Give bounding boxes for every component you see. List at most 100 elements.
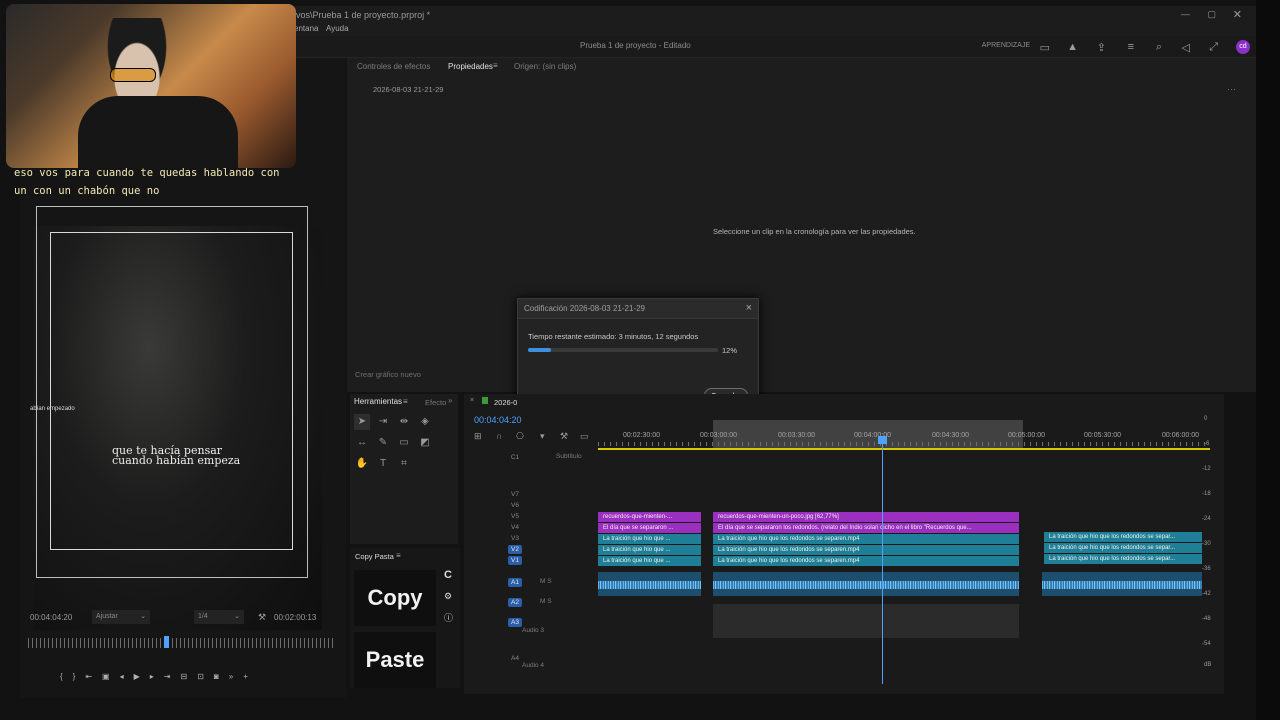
clip-v2-left[interactable]: La traición que hio que ... bbox=[598, 545, 701, 555]
more-icon[interactable]: » bbox=[229, 672, 243, 681]
add-marker-icon[interactable]: ▾ bbox=[540, 431, 545, 442]
clip-v4-left[interactable]: El día que se separaron ... bbox=[598, 523, 701, 533]
hand-icon[interactable]: ✋ bbox=[354, 456, 370, 472]
playhead-line[interactable] bbox=[882, 438, 883, 684]
track-label[interactable]: A1 bbox=[508, 578, 522, 587]
timeline-tab[interactable]: 2026-0 bbox=[494, 398, 517, 407]
time-ruler[interactable]: 00:02:30:00 00:03:00:00 00:03:30:00 00:0… bbox=[598, 428, 1210, 448]
tab-effect-controls[interactable]: Controles de efectos bbox=[357, 62, 430, 71]
close-icon[interactable]: × bbox=[746, 302, 752, 314]
avatar[interactable]: cd bbox=[1236, 40, 1250, 54]
clip-v3-left[interactable]: La traición que hio que ... bbox=[598, 534, 701, 544]
pen-icon[interactable]: ✎ bbox=[375, 435, 391, 451]
monitor-scrub-bar[interactable] bbox=[28, 638, 334, 648]
track-label[interactable]: A3 bbox=[508, 618, 522, 627]
clip-v2-right[interactable]: La traición que hio que los redondos se … bbox=[1044, 543, 1202, 553]
volume-icon[interactable]: ◁ bbox=[1182, 41, 1190, 54]
close-icon[interactable]: ✕ bbox=[1233, 8, 1242, 21]
playhead-handle[interactable] bbox=[878, 436, 887, 444]
selection-tool-icon[interactable]: ➤ bbox=[354, 414, 370, 430]
track-label[interactable]: A2 bbox=[508, 598, 522, 607]
clip-a1-main[interactable] bbox=[713, 572, 1019, 596]
share-icon[interactable]: ⇪ bbox=[1097, 41, 1106, 54]
workspace-label[interactable]: APRENDIZAJE bbox=[982, 42, 1030, 49]
more-tabs-icon[interactable]: » bbox=[448, 396, 452, 405]
ripple-edit-icon[interactable]: ⇹ bbox=[396, 414, 412, 430]
mark-out-icon[interactable]: } bbox=[73, 672, 86, 681]
clip-v5-left[interactable]: recuerdos-que-mienten-... bbox=[598, 512, 701, 522]
settings-wrench-icon[interactable]: ⚒ bbox=[560, 431, 568, 442]
track-extra[interactable]: M S bbox=[540, 598, 552, 605]
lift-icon[interactable]: ⊟ bbox=[181, 672, 198, 681]
paste-button[interactable]: Paste bbox=[354, 632, 436, 688]
track-label[interactable]: V4 bbox=[508, 523, 522, 532]
clip-v3-right[interactable]: La traición que hio que los redondos se … bbox=[1044, 532, 1202, 542]
monitor-playhead[interactable] bbox=[164, 636, 169, 648]
search-icon[interactable]: ⌕ bbox=[1156, 41, 1162, 54]
tab-menu-icon[interactable]: ≡ bbox=[493, 61, 498, 70]
clip-a1-right[interactable] bbox=[1042, 572, 1202, 596]
extract-icon[interactable]: ⊡ bbox=[197, 672, 214, 681]
clip-v4-main[interactable]: El día que se separaron los redondos. (r… bbox=[713, 523, 1019, 533]
clip-v2-main[interactable]: La traición que hio que los redondos se … bbox=[713, 545, 1019, 555]
rectangle-icon[interactable]: ▭ bbox=[396, 435, 412, 451]
track-select-icon[interactable]: ⇥ bbox=[375, 414, 391, 430]
gear-icon[interactable]: ⚙ bbox=[444, 591, 452, 602]
info-icon[interactable]: ⓘ bbox=[444, 611, 453, 624]
tab-properties[interactable]: Propiedades bbox=[448, 62, 493, 71]
minimize-icon[interactable]: — bbox=[1181, 9, 1190, 19]
marker-icon[interactable]: ⎔ bbox=[516, 431, 524, 442]
close-icon[interactable]: × bbox=[470, 397, 474, 404]
copy-button[interactable]: Copy bbox=[354, 570, 436, 626]
clip-v1-main[interactable]: La traición que hio que los redondos se … bbox=[713, 556, 1019, 566]
clip-a1-left[interactable] bbox=[598, 572, 701, 596]
type-icon[interactable]: T bbox=[375, 456, 391, 472]
go-to-out-icon[interactable]: ⇥ bbox=[164, 672, 181, 681]
copypasta-menu-icon[interactable]: ≡ bbox=[396, 551, 401, 560]
track-label[interactable]: V2 bbox=[508, 545, 522, 554]
more-options-icon[interactable]: ⋯ bbox=[1227, 84, 1236, 95]
snap-icon[interactable]: ⊞ bbox=[474, 431, 482, 442]
captions-icon[interactable]: ⌗ bbox=[396, 456, 412, 472]
warning-icon[interactable]: ▲ bbox=[1067, 41, 1078, 53]
menu-icon[interactable]: ≡ bbox=[1128, 41, 1134, 53]
razor-icon[interactable]: ◈ bbox=[417, 414, 433, 430]
track-label[interactable]: A4 bbox=[508, 654, 522, 663]
clip-v1-left[interactable]: La traición que hio que ... bbox=[598, 556, 701, 566]
menu-item-ventana[interactable]: entana bbox=[294, 24, 318, 33]
track-label[interactable]: V5 bbox=[508, 512, 522, 521]
track-label[interactable]: C1 bbox=[508, 453, 522, 462]
play-icon[interactable]: ▶ bbox=[134, 672, 150, 681]
camera-icon[interactable]: ◙ bbox=[214, 672, 229, 681]
step-forward-icon[interactable]: ▸ bbox=[150, 672, 164, 681]
tools-title[interactable]: Herramientas bbox=[354, 397, 402, 406]
captions-toggle-icon[interactable]: ▭ bbox=[580, 431, 589, 442]
track-extra[interactable]: M S bbox=[540, 578, 552, 585]
maximize-icon[interactable]: ▢ bbox=[1207, 9, 1216, 20]
c-button[interactable]: C bbox=[444, 569, 452, 581]
menu-item-ayuda[interactable]: Ayuda bbox=[326, 24, 349, 33]
clip-v5-main[interactable]: recuerdos-que-mienten-un-poco.jpg [62,77… bbox=[713, 512, 1019, 522]
remix-icon[interactable]: ◩ bbox=[417, 435, 433, 451]
tab-effects[interactable]: Efecto bbox=[425, 398, 446, 407]
zoom-select[interactable]: Ajustar ⌄ bbox=[92, 610, 150, 624]
track-label[interactable]: V7 bbox=[508, 490, 522, 499]
linked-icon[interactable]: ∩ bbox=[496, 431, 502, 441]
insert-icon[interactable]: ▣ bbox=[102, 672, 120, 681]
slip-icon[interactable]: ↔ bbox=[354, 435, 370, 451]
tools-menu-icon[interactable]: ≡ bbox=[403, 397, 408, 406]
clip-v3-main[interactable]: La traición que hio que los redondos se … bbox=[713, 534, 1019, 544]
track-label[interactable]: V6 bbox=[508, 501, 522, 510]
track-label[interactable]: V3 bbox=[508, 534, 522, 543]
step-back-icon[interactable]: ◂ bbox=[120, 672, 134, 681]
go-to-in-icon[interactable]: ⇤ bbox=[85, 672, 102, 681]
panel-icon[interactable]: ▭ bbox=[1040, 41, 1050, 54]
resolution-select[interactable]: 1/4 ⌄ bbox=[194, 610, 244, 624]
fullscreen-icon[interactable]: ⤢ bbox=[1209, 41, 1218, 54]
track-label[interactable]: V1 bbox=[508, 556, 522, 565]
mark-in-icon[interactable]: { bbox=[60, 672, 73, 681]
clip-v1-right[interactable]: La traición que hio que los redondos se … bbox=[1044, 554, 1202, 564]
timeline-timecode[interactable]: 00:04:04:20 bbox=[474, 415, 522, 425]
playhead-timecode[interactable]: 00:04:04:20 bbox=[30, 613, 72, 622]
wrench-icon[interactable]: ⚒ bbox=[258, 612, 266, 623]
